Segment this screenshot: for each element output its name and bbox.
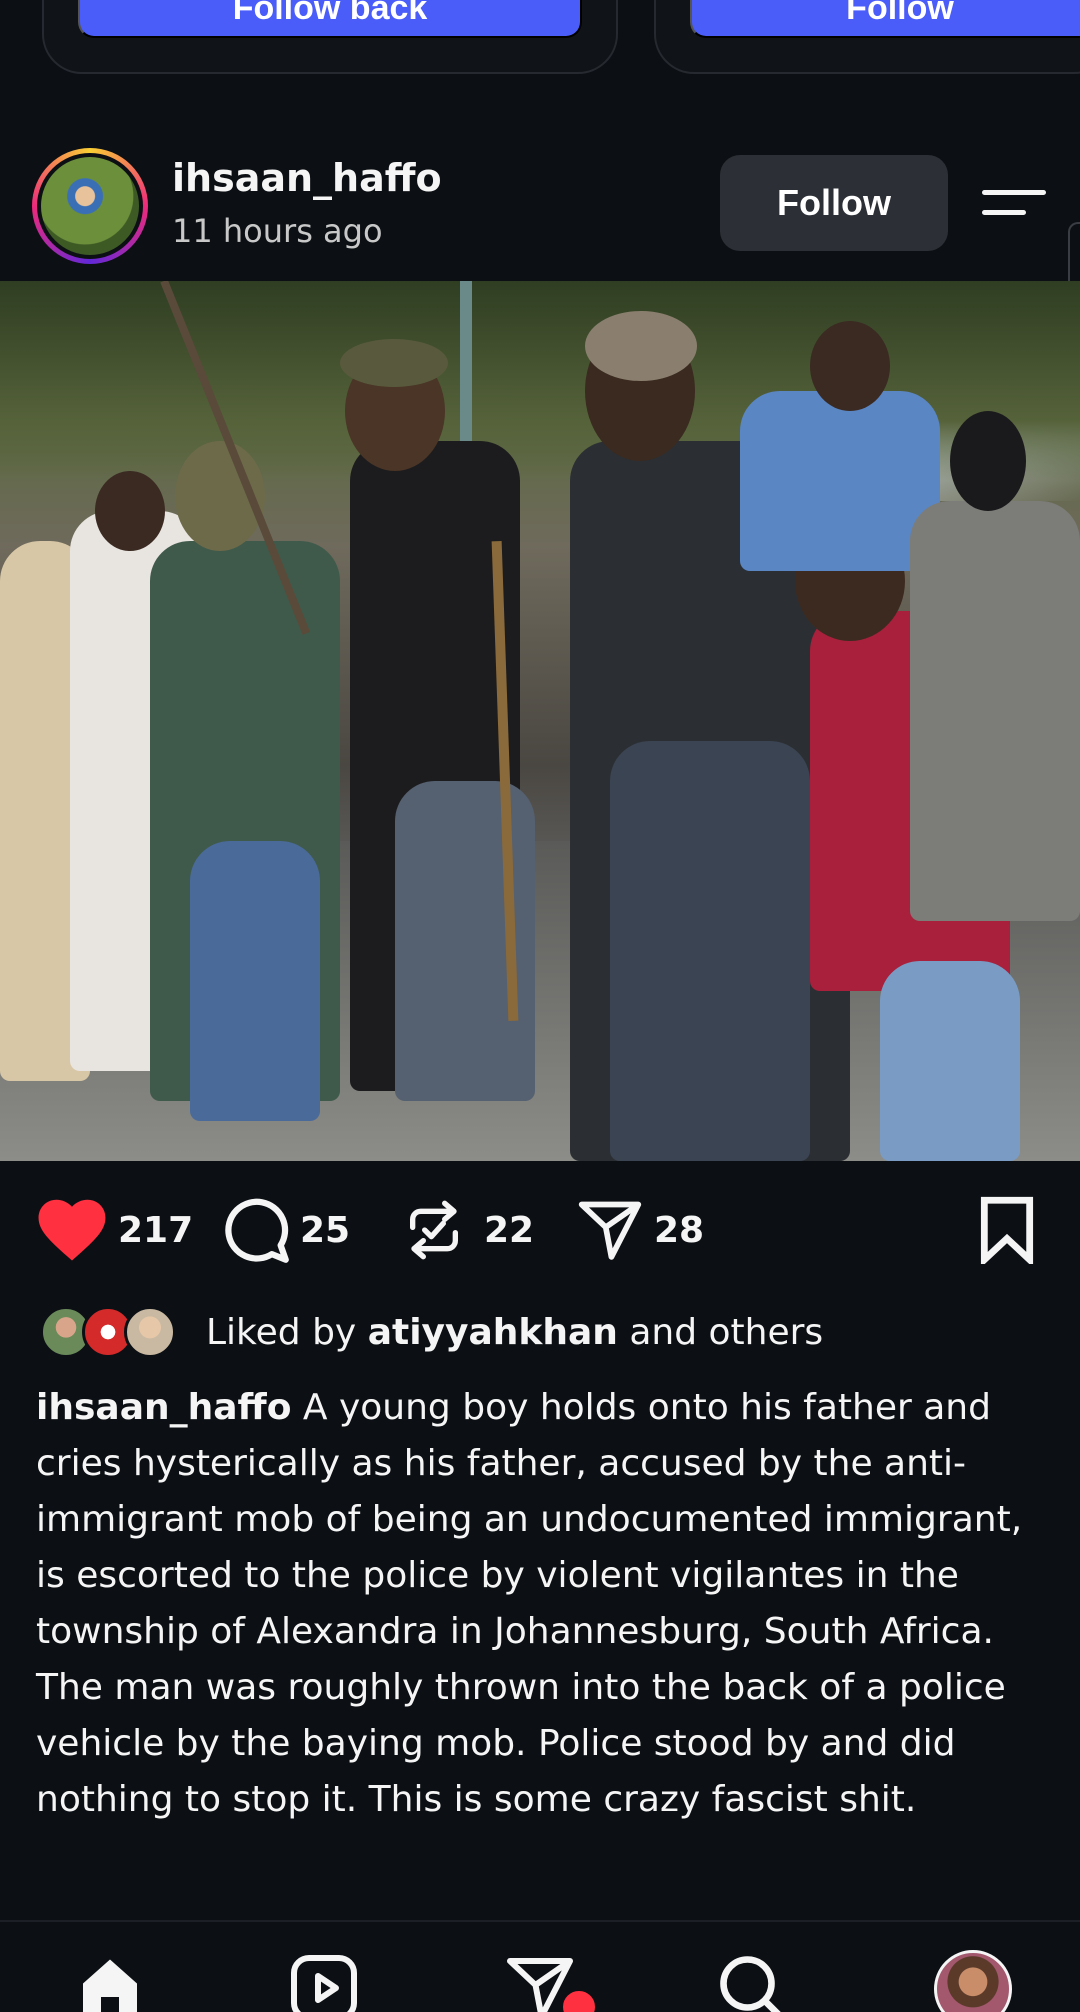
send-icon: [578, 1201, 642, 1260]
liker-avatar: [124, 1306, 176, 1358]
follow-button[interactable]: Follow: [720, 155, 948, 251]
bookmark-icon: [980, 1196, 1034, 1264]
comment-icon: [225, 1198, 289, 1263]
post-caption: ihsaan_haffo A young boy holds onto his …: [36, 1380, 1046, 1828]
post-image[interactable]: [0, 281, 1080, 1161]
reels-icon: [291, 1955, 357, 2012]
avatar: [41, 157, 139, 255]
post-header: ihsaan_haffo 11 hours ago Follow: [0, 140, 1080, 280]
like-button[interactable]: 217: [36, 1190, 193, 1270]
save-button[interactable]: [976, 1190, 1038, 1270]
share-count: 28: [654, 1209, 705, 1251]
comment-count: 25: [300, 1209, 351, 1251]
bottom-nav: [0, 1920, 1080, 2012]
caption-username[interactable]: ihsaan_haffo: [36, 1387, 291, 1428]
home-icon: [83, 1959, 137, 2012]
caption-text: A young boy holds onto his father and cr…: [36, 1387, 1023, 1820]
nav-reels[interactable]: [284, 1952, 364, 2012]
follow-back-button[interactable]: Follow back: [78, 0, 582, 38]
follow-button[interactable]: Follow: [690, 0, 1080, 38]
menu-icon[interactable]: [982, 184, 1046, 224]
post-username[interactable]: ihsaan_haffo: [172, 156, 442, 200]
liked-by-row[interactable]: Liked by atiyyahkhan and others: [40, 1306, 1040, 1362]
story-avatar[interactable]: [32, 148, 148, 264]
liked-by-user[interactable]: atiyyahkhan: [368, 1312, 618, 1353]
liked-by-text: Liked by atiyyahkhan and others: [206, 1312, 824, 1353]
post-actions: 217 25 22 28: [0, 1190, 1080, 1270]
search-icon: [720, 1956, 781, 2012]
repost-count: 22: [484, 1209, 535, 1251]
repost-button[interactable]: 22: [402, 1190, 534, 1270]
post-timestamp: 11 hours ago: [172, 212, 383, 250]
nav-search[interactable]: [712, 1952, 792, 2012]
repost-icon: [410, 1200, 458, 1260]
share-button[interactable]: 28: [576, 1190, 704, 1270]
like-count: 217: [118, 1209, 194, 1251]
comment-button[interactable]: 25: [222, 1190, 350, 1270]
nav-home[interactable]: [70, 1952, 150, 2012]
heart-icon: [38, 1199, 106, 1261]
